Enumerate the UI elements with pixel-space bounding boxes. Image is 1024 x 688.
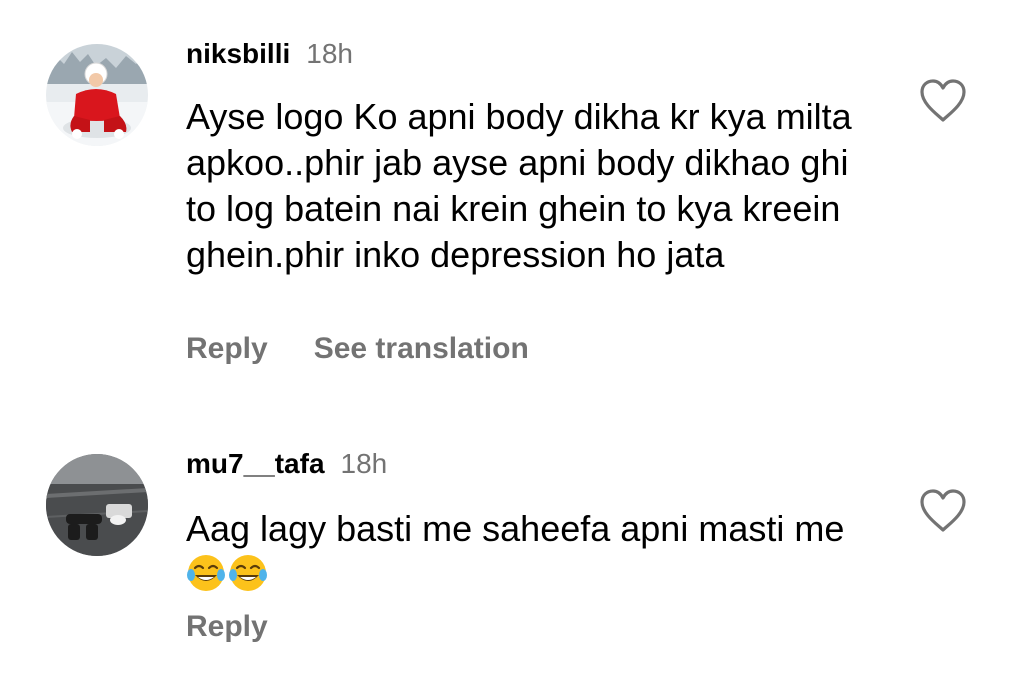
like-button[interactable] [918, 488, 968, 534]
heart-outline-icon [920, 489, 966, 532]
face-with-tears-of-joy-icon [229, 555, 267, 591]
avatar[interactable] [46, 44, 148, 146]
person-lying-on-ground-avatar [46, 454, 148, 556]
comment-header: mu7__tafa 18h [186, 448, 387, 488]
comment-header: niksbilli 18h [186, 38, 353, 78]
reply-button[interactable]: Reply [186, 332, 268, 366]
laughing-tears-emoji [228, 553, 268, 593]
child-in-red-snowsuit-avatar [46, 44, 148, 146]
comment-actions: Reply See translation [186, 332, 575, 366]
username[interactable]: mu7__tafa [186, 448, 325, 480]
see-translation-button[interactable]: See translation [314, 332, 529, 366]
comment-item: niksbilli 18h Ayse logo Ko apni body dik… [0, 0, 1024, 400]
avatar[interactable] [46, 454, 148, 556]
comment-text: Aag lagy basti me saheefa apni masti me [186, 506, 886, 598]
laughing-tears-emoji [186, 553, 226, 593]
heart-outline-icon [920, 79, 966, 122]
timestamp: 18h [340, 448, 388, 479]
username[interactable]: niksbilli [186, 38, 290, 70]
like-button[interactable] [918, 78, 968, 124]
comment-text-content: Aag lagy basti me saheefa apni masti me [186, 508, 845, 549]
comment-text: Ayse logo Ko apni body dikha kr kya milt… [186, 96, 852, 275]
comment-item: mu7__tafa 18h Aag lagy basti me saheefa … [0, 420, 1024, 688]
comment-actions: Reply [186, 610, 314, 644]
face-with-tears-of-joy-icon [187, 555, 225, 591]
reply-button[interactable]: Reply [186, 610, 268, 644]
timestamp: 18h [306, 38, 353, 69]
